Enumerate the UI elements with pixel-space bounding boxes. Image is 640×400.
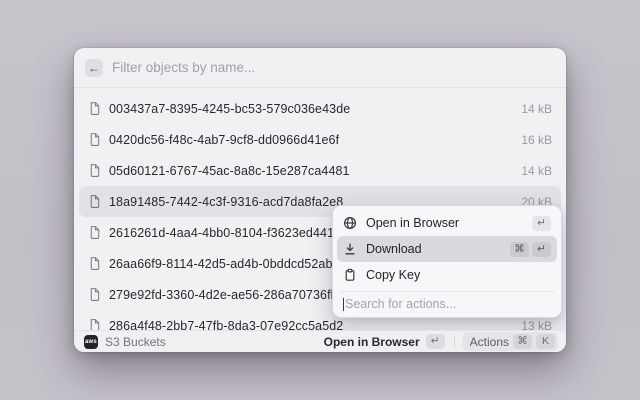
actions-search-input[interactable]	[345, 297, 551, 311]
file-icon	[88, 318, 101, 330]
menu-item-label: Open in Browser	[366, 216, 459, 230]
object-size: 13 kB	[521, 319, 552, 331]
app-name: S3 Buckets	[105, 335, 166, 349]
command-key-chip: ⌘	[513, 334, 532, 349]
back-arrow-icon: ←	[88, 62, 100, 74]
menu-item-label: Download	[366, 242, 422, 256]
object-size: 14 kB	[521, 164, 552, 178]
header: ←	[74, 48, 566, 88]
object-key: 003437a7-8395-4245-bc53-579c036e43de	[109, 102, 350, 116]
clipboard-icon	[343, 268, 357, 282]
object-size: 16 kB	[521, 133, 552, 147]
file-icon	[88, 225, 101, 240]
download-icon	[343, 242, 357, 256]
object-row[interactable]: 05d60121-6767-45ac-8a8c-15e287ca4481 14 …	[79, 155, 561, 186]
back-button[interactable]: ←	[85, 59, 103, 77]
actions-search	[337, 295, 557, 313]
footer-divider	[454, 336, 455, 348]
object-key: 18a91485-7442-4c3f-9316-acd7da8fa2e8	[109, 195, 343, 209]
object-key: 2616261d-4aa4-4bb0-8104-f3623ed4415a	[109, 226, 348, 240]
actions-button-label: Actions	[470, 335, 509, 349]
object-key: 05d60121-6767-45ac-8a8c-15e287ca4481	[109, 164, 350, 178]
footer-primary-label: Open in Browser	[324, 335, 420, 349]
aws-logo-badge: aws	[84, 335, 98, 349]
footer: aws S3 Buckets Open in Browser ↵ Actions…	[74, 330, 566, 352]
return-key-chip: ↵	[426, 334, 445, 349]
object-row[interactable]: 0420dc56-f48c-4ab7-9cf8-dd0966d41e6f 16 …	[79, 124, 561, 155]
menu-item-download[interactable]: Download ⌘ ↵	[337, 236, 557, 262]
menu-item-label: Copy Key	[366, 268, 420, 282]
k-key-chip: K	[536, 334, 555, 349]
file-icon	[88, 256, 101, 271]
object-key: 0420dc56-f48c-4ab7-9cf8-dd0966d41e6f	[109, 133, 339, 147]
file-icon	[88, 132, 101, 147]
return-key-chip: ↵	[532, 242, 551, 257]
object-size: 14 kB	[521, 102, 552, 116]
footer-open-in-browser-button[interactable]: Open in Browser ↵	[322, 333, 447, 350]
actions-button[interactable]: Actions ⌘ K	[462, 332, 558, 351]
file-icon	[88, 101, 101, 116]
file-icon	[88, 287, 101, 302]
file-icon	[88, 163, 101, 178]
menu-item-open-in-browser[interactable]: Open in Browser ↵	[337, 210, 557, 236]
globe-icon	[343, 216, 357, 230]
text-caret	[343, 298, 344, 311]
filter-input[interactable]	[112, 60, 555, 75]
command-palette-window: ← 003437a7-8395-4245-bc53-579c036e43de 1…	[74, 48, 566, 352]
object-row[interactable]: 003437a7-8395-4245-bc53-579c036e43de 14 …	[79, 93, 561, 124]
object-key: 286a4f48-2bb7-47fb-8da3-07e92cc5a5d2	[109, 319, 343, 331]
file-icon	[88, 194, 101, 209]
return-key-chip: ↵	[532, 216, 551, 231]
actions-menu: Open in Browser ↵ Download ⌘ ↵ Copy Key	[332, 205, 562, 318]
command-key-chip: ⌘	[510, 242, 529, 257]
menu-divider	[339, 291, 555, 292]
menu-item-copy-key[interactable]: Copy Key	[337, 262, 557, 288]
object-key: 26aa66f9-8114-42d5-ad4b-0bddcd52abba	[109, 257, 347, 271]
object-key: 279e92fd-3360-4d2e-ae56-286a70736fb2	[109, 288, 345, 302]
